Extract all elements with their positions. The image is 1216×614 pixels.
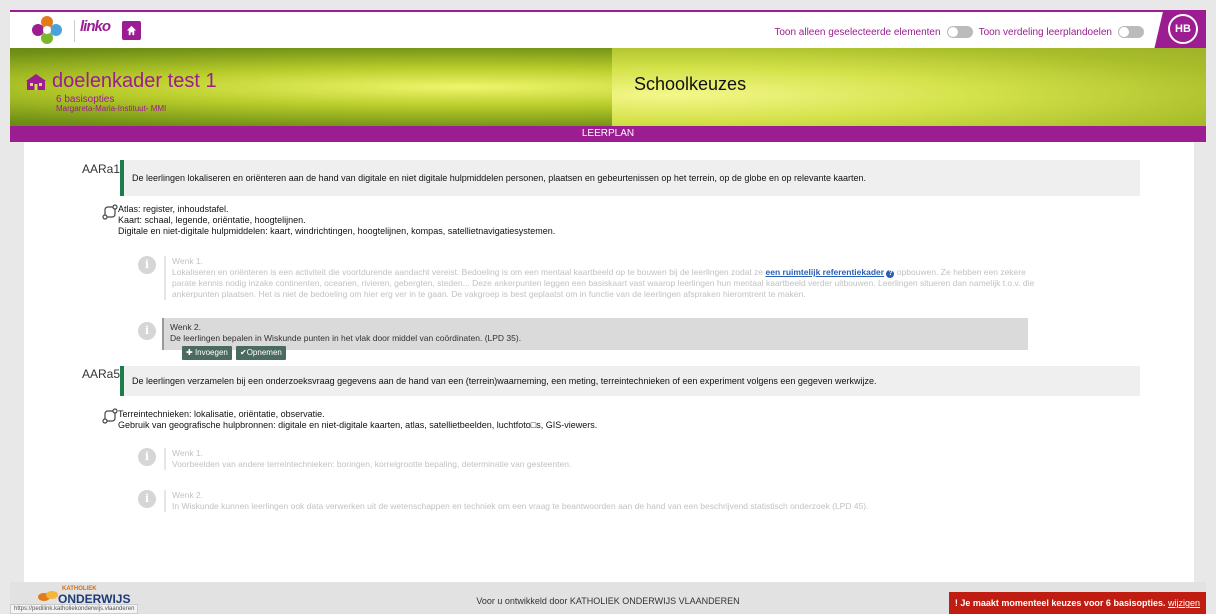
- wenk-text: De leerlingen bepalen in Wiskunde punten…: [170, 333, 522, 343]
- leerplan-band: LEERPLAN: [10, 126, 1206, 142]
- plus-icon: ✚: [186, 348, 193, 357]
- info-icon: i: [138, 256, 156, 274]
- detail-line: Gebruik van geografische hulpbronnen: di…: [118, 420, 598, 430]
- school-building-icon: [26, 73, 46, 90]
- goal-details: Terreintechnieken: lokalisatie, oriëntat…: [118, 409, 597, 431]
- wenk-text: In Wiskunde kunnen leerlingen ook data v…: [172, 501, 869, 511]
- linko-logo[interactable]: linko: [80, 18, 111, 35]
- wenk-item[interactable]: Wenk 1. Voorbeelden van andere terreinte…: [164, 448, 1044, 470]
- school-name: Margareta-Maria-Instituut- MMI: [56, 104, 167, 113]
- adopt-button[interactable]: ✔Opnemen: [236, 346, 286, 360]
- hero-title: doelenkader test 1: [26, 70, 217, 93]
- change-link[interactable]: wijzigen: [1168, 598, 1200, 608]
- doelenkader-title: doelenkader test 1: [52, 70, 217, 92]
- toggle-selected-label: Toon alleen geselecteerde elementen: [774, 26, 941, 38]
- main-content: AARa1 De leerlingen lokaliseren en oriën…: [24, 142, 1194, 582]
- user-avatar[interactable]: HB: [1168, 14, 1198, 44]
- route-icon: [102, 408, 118, 424]
- hero-banner: doelenkader test 1 6 basisopties Margare…: [10, 48, 1206, 126]
- goal-code: AARa5: [82, 367, 121, 381]
- flower-logo-icon: [32, 16, 62, 44]
- footer: KATHOLIEK ONDERWIJS Voor u ontwikkeld do…: [10, 582, 1206, 614]
- wenk-title: Wenk 1.: [172, 448, 204, 458]
- wenk-text: Lokaliseren en oriënteren is een activit…: [172, 267, 1035, 299]
- home-button[interactable]: [122, 21, 141, 40]
- wenk-title: Wenk 2.: [172, 490, 204, 500]
- detail-line: Kaart: schaal, legende, oriëntatie, hoog…: [118, 215, 306, 225]
- detail-line: Atlas: register, inhoudstafel.: [118, 204, 229, 214]
- info-icon: i: [138, 322, 156, 340]
- toggle-selected-switch[interactable]: [946, 26, 973, 38]
- view-toggles: Toon alleen geselecteerde elementen Toon…: [774, 26, 1144, 38]
- wenk-item-selected[interactable]: Wenk 2. De leerlingen bepalen in Wiskund…: [162, 318, 1028, 350]
- goal-row[interactable]: De leerlingen verzamelen bij een onderzo…: [120, 366, 1140, 396]
- top-bar: linko Toon alleen geselecteerde elemente…: [10, 10, 1206, 50]
- wenk-title: Wenk 2.: [170, 322, 202, 332]
- status-url: https://pedilink.katholiekonderwijs.vlaa…: [10, 604, 139, 614]
- info-icon: i: [138, 448, 156, 466]
- insert-button[interactable]: ✚ Invoegen: [182, 346, 232, 360]
- toggle-distribution-switch[interactable]: [1118, 26, 1144, 38]
- goal-row[interactable]: De leerlingen lokaliseren en oriënteren …: [120, 160, 1140, 196]
- info-icon: i: [138, 490, 156, 508]
- referentiekader-link[interactable]: een ruimtelijk referentiekader: [766, 267, 885, 277]
- wenk-title: Wenk 1.: [172, 256, 204, 266]
- goal-details: Atlas: register, inhoudstafel. Kaart: sc…: [118, 204, 555, 237]
- wenk-item[interactable]: Wenk 1. Lokaliseren en oriënteren is een…: [164, 256, 1044, 300]
- detail-line: Digitale en niet-digitale hulpmiddelen: …: [118, 226, 556, 236]
- logo-separator: [74, 20, 75, 42]
- home-icon: [126, 25, 137, 36]
- detail-line: Terreintechnieken: lokalisatie, oriëntat…: [118, 409, 325, 419]
- goal-code: AARa1: [82, 162, 121, 176]
- check-icon: ✔: [240, 348, 247, 357]
- route-icon: [102, 204, 118, 220]
- wenk-text: Voorbeelden van andere terreintechnieken…: [172, 459, 572, 469]
- wenk-item[interactable]: Wenk 2. In Wiskunde kunnen leerlingen oo…: [164, 490, 1044, 512]
- basisopties-warning: ! Je maakt momenteel keuzes voor 6 basis…: [948, 592, 1206, 614]
- toggle-distribution-label: Toon verdeling leerplandoelen: [978, 26, 1112, 38]
- section-title: Schoolkeuzes: [634, 74, 747, 94]
